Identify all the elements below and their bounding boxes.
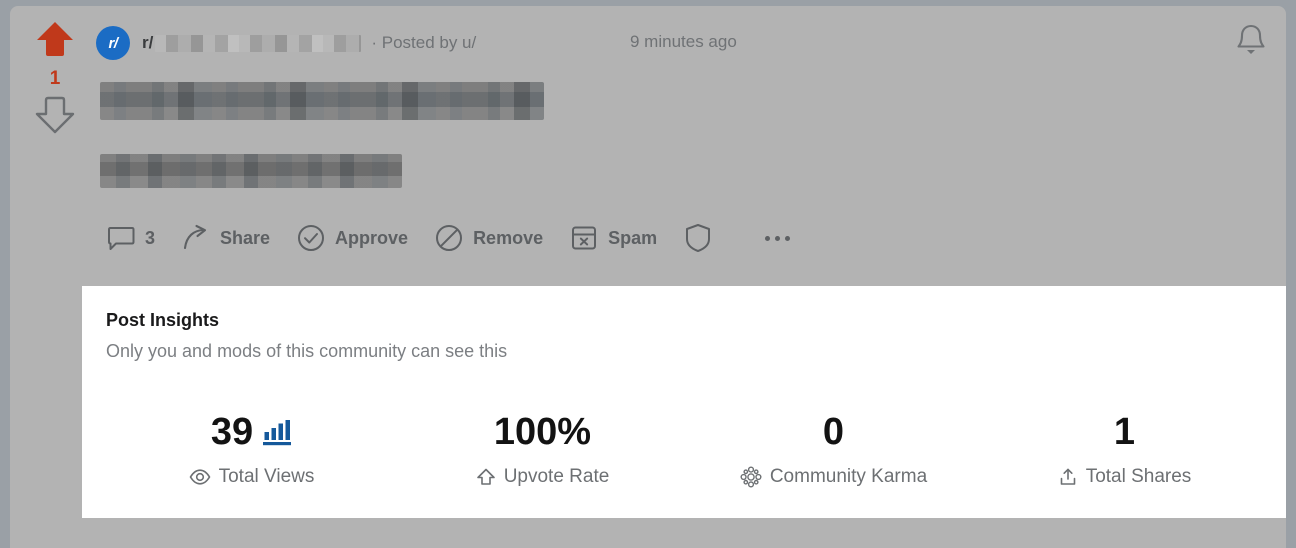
stat-value-row: 1 xyxy=(1114,410,1135,454)
stat-label-row: Community Karma xyxy=(740,466,927,488)
vote-score: 1 xyxy=(49,68,61,89)
stat-value-row: 39 xyxy=(211,410,292,454)
stat-value-row: 0 xyxy=(823,410,844,454)
upvote-rate-value: 100% xyxy=(493,411,592,453)
stat-value-row: 100% xyxy=(494,410,591,454)
post-insights-panel: Post Insights Only you and mods of this … xyxy=(82,286,1286,518)
ellipsis-dot xyxy=(765,235,771,241)
stat-label-row: Total Views xyxy=(189,466,315,488)
share-label: Share xyxy=(220,227,271,248)
post-timestamp: 9 minutes ago xyxy=(630,32,737,51)
approve-button[interactable]: Approve xyxy=(296,218,408,258)
mod-shield-button[interactable] xyxy=(683,218,713,258)
post-action-bar: 3 Share Approve Remove Spam xyxy=(106,218,791,258)
share-button[interactable]: Share xyxy=(181,218,270,258)
stat-label-row: Total Shares xyxy=(1058,466,1192,488)
more-actions-button[interactable] xyxy=(765,218,791,258)
spam-box-icon xyxy=(569,223,599,253)
ellipsis-dot xyxy=(785,235,791,241)
check-circle-icon xyxy=(296,223,326,253)
insights-subtitle: Only you and mods of this community can … xyxy=(106,341,508,361)
spam-label: Spam xyxy=(608,227,658,248)
insights-stats-row: 39 Total Views 100% Upvote Rate 0 Commun… xyxy=(106,410,1270,488)
vote-column: 1 xyxy=(24,20,86,134)
share-upload-icon xyxy=(1058,467,1078,487)
upvote-rate-label: Upvote Rate xyxy=(503,466,610,487)
stat-label-row: Upvote Rate xyxy=(476,466,610,488)
approve-label: Approve xyxy=(335,227,409,248)
upvote-button[interactable] xyxy=(35,20,75,58)
subreddit-name[interactable]: r/ xyxy=(142,33,153,53)
total-views-value: 39 xyxy=(210,411,254,453)
downvote-button[interactable] xyxy=(35,96,75,134)
spam-button[interactable]: Spam xyxy=(569,218,657,258)
ellipsis-dot xyxy=(775,235,781,241)
post-byline: · Posted by u/ xyxy=(371,33,477,52)
total-shares-value: 1 xyxy=(1113,411,1136,453)
total-shares-label: Total Shares xyxy=(1085,466,1192,487)
stat-community-karma: 0 Community Karma xyxy=(688,410,979,488)
bar-chart-icon[interactable] xyxy=(262,418,292,446)
remove-label: Remove xyxy=(473,227,544,248)
subreddit-avatar-icon[interactable]: r/ xyxy=(96,26,130,60)
post-card: 1 r/ r/ · Posted by u/ 9 minutes ago 3 S… xyxy=(10,6,1286,548)
share-arrow-icon xyxy=(181,223,211,253)
eye-icon xyxy=(189,468,211,486)
post-body-redacted xyxy=(100,154,402,188)
post-title-redacted xyxy=(100,82,544,120)
no-entry-icon xyxy=(434,223,464,253)
stat-total-shares: 1 Total Shares xyxy=(979,410,1270,488)
subreddit-name-redaction xyxy=(155,34,362,52)
remove-button[interactable]: Remove xyxy=(434,218,543,258)
stat-upvote-rate: 100% Upvote Rate xyxy=(397,410,688,488)
page-background: 1 r/ r/ · Posted by u/ 9 minutes ago 3 S… xyxy=(0,0,1296,548)
post-header: r/ r/ · Posted by u/ xyxy=(96,26,476,60)
total-views-label: Total Views xyxy=(218,466,315,487)
comment-bubble-icon xyxy=(106,223,136,253)
insights-title: Post Insights xyxy=(106,310,220,330)
bell-icon[interactable] xyxy=(1234,22,1268,58)
shield-icon xyxy=(683,222,713,254)
karma-flower-icon xyxy=(740,466,762,488)
community-karma-label: Community Karma xyxy=(769,466,928,487)
arrow-up-outline-icon xyxy=(476,467,496,487)
stat-total-views: 39 Total Views xyxy=(106,410,397,488)
comments-button[interactable]: 3 xyxy=(106,218,155,258)
community-karma-value: 0 xyxy=(822,411,845,453)
comments-count: 3 xyxy=(145,227,156,248)
